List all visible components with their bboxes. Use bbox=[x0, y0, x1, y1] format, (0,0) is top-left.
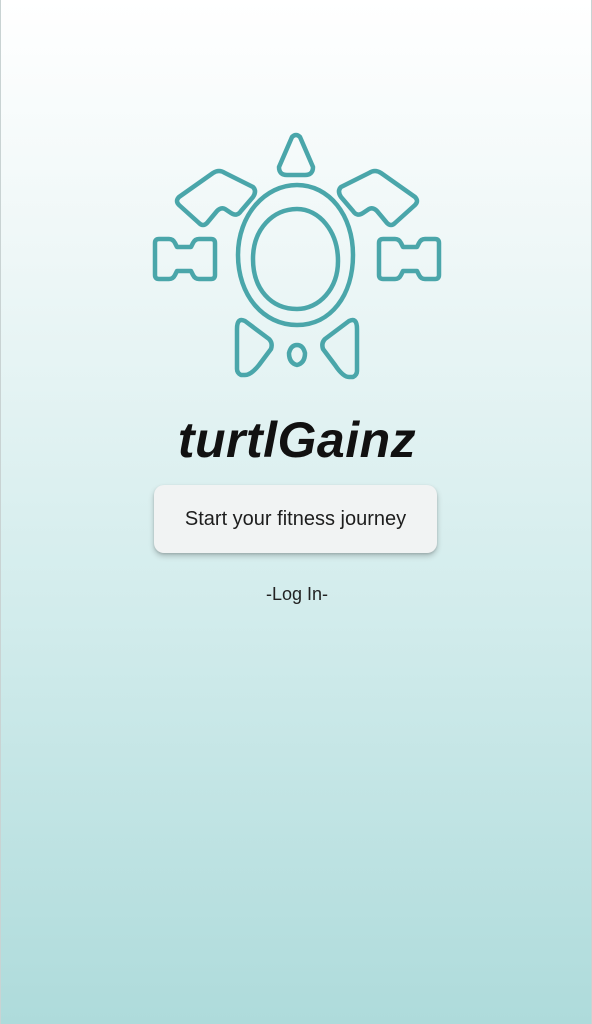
welcome-screen: turtlGainz Start your fitness journey -L… bbox=[0, 0, 592, 1024]
start-fitness-journey-button[interactable]: Start your fitness journey bbox=[154, 485, 437, 553]
app-title: turtlGainz bbox=[177, 412, 417, 468]
log-in-link[interactable]: -Log In- bbox=[1, 582, 592, 606]
turtle-dumbbell-logo-icon bbox=[152, 132, 442, 380]
